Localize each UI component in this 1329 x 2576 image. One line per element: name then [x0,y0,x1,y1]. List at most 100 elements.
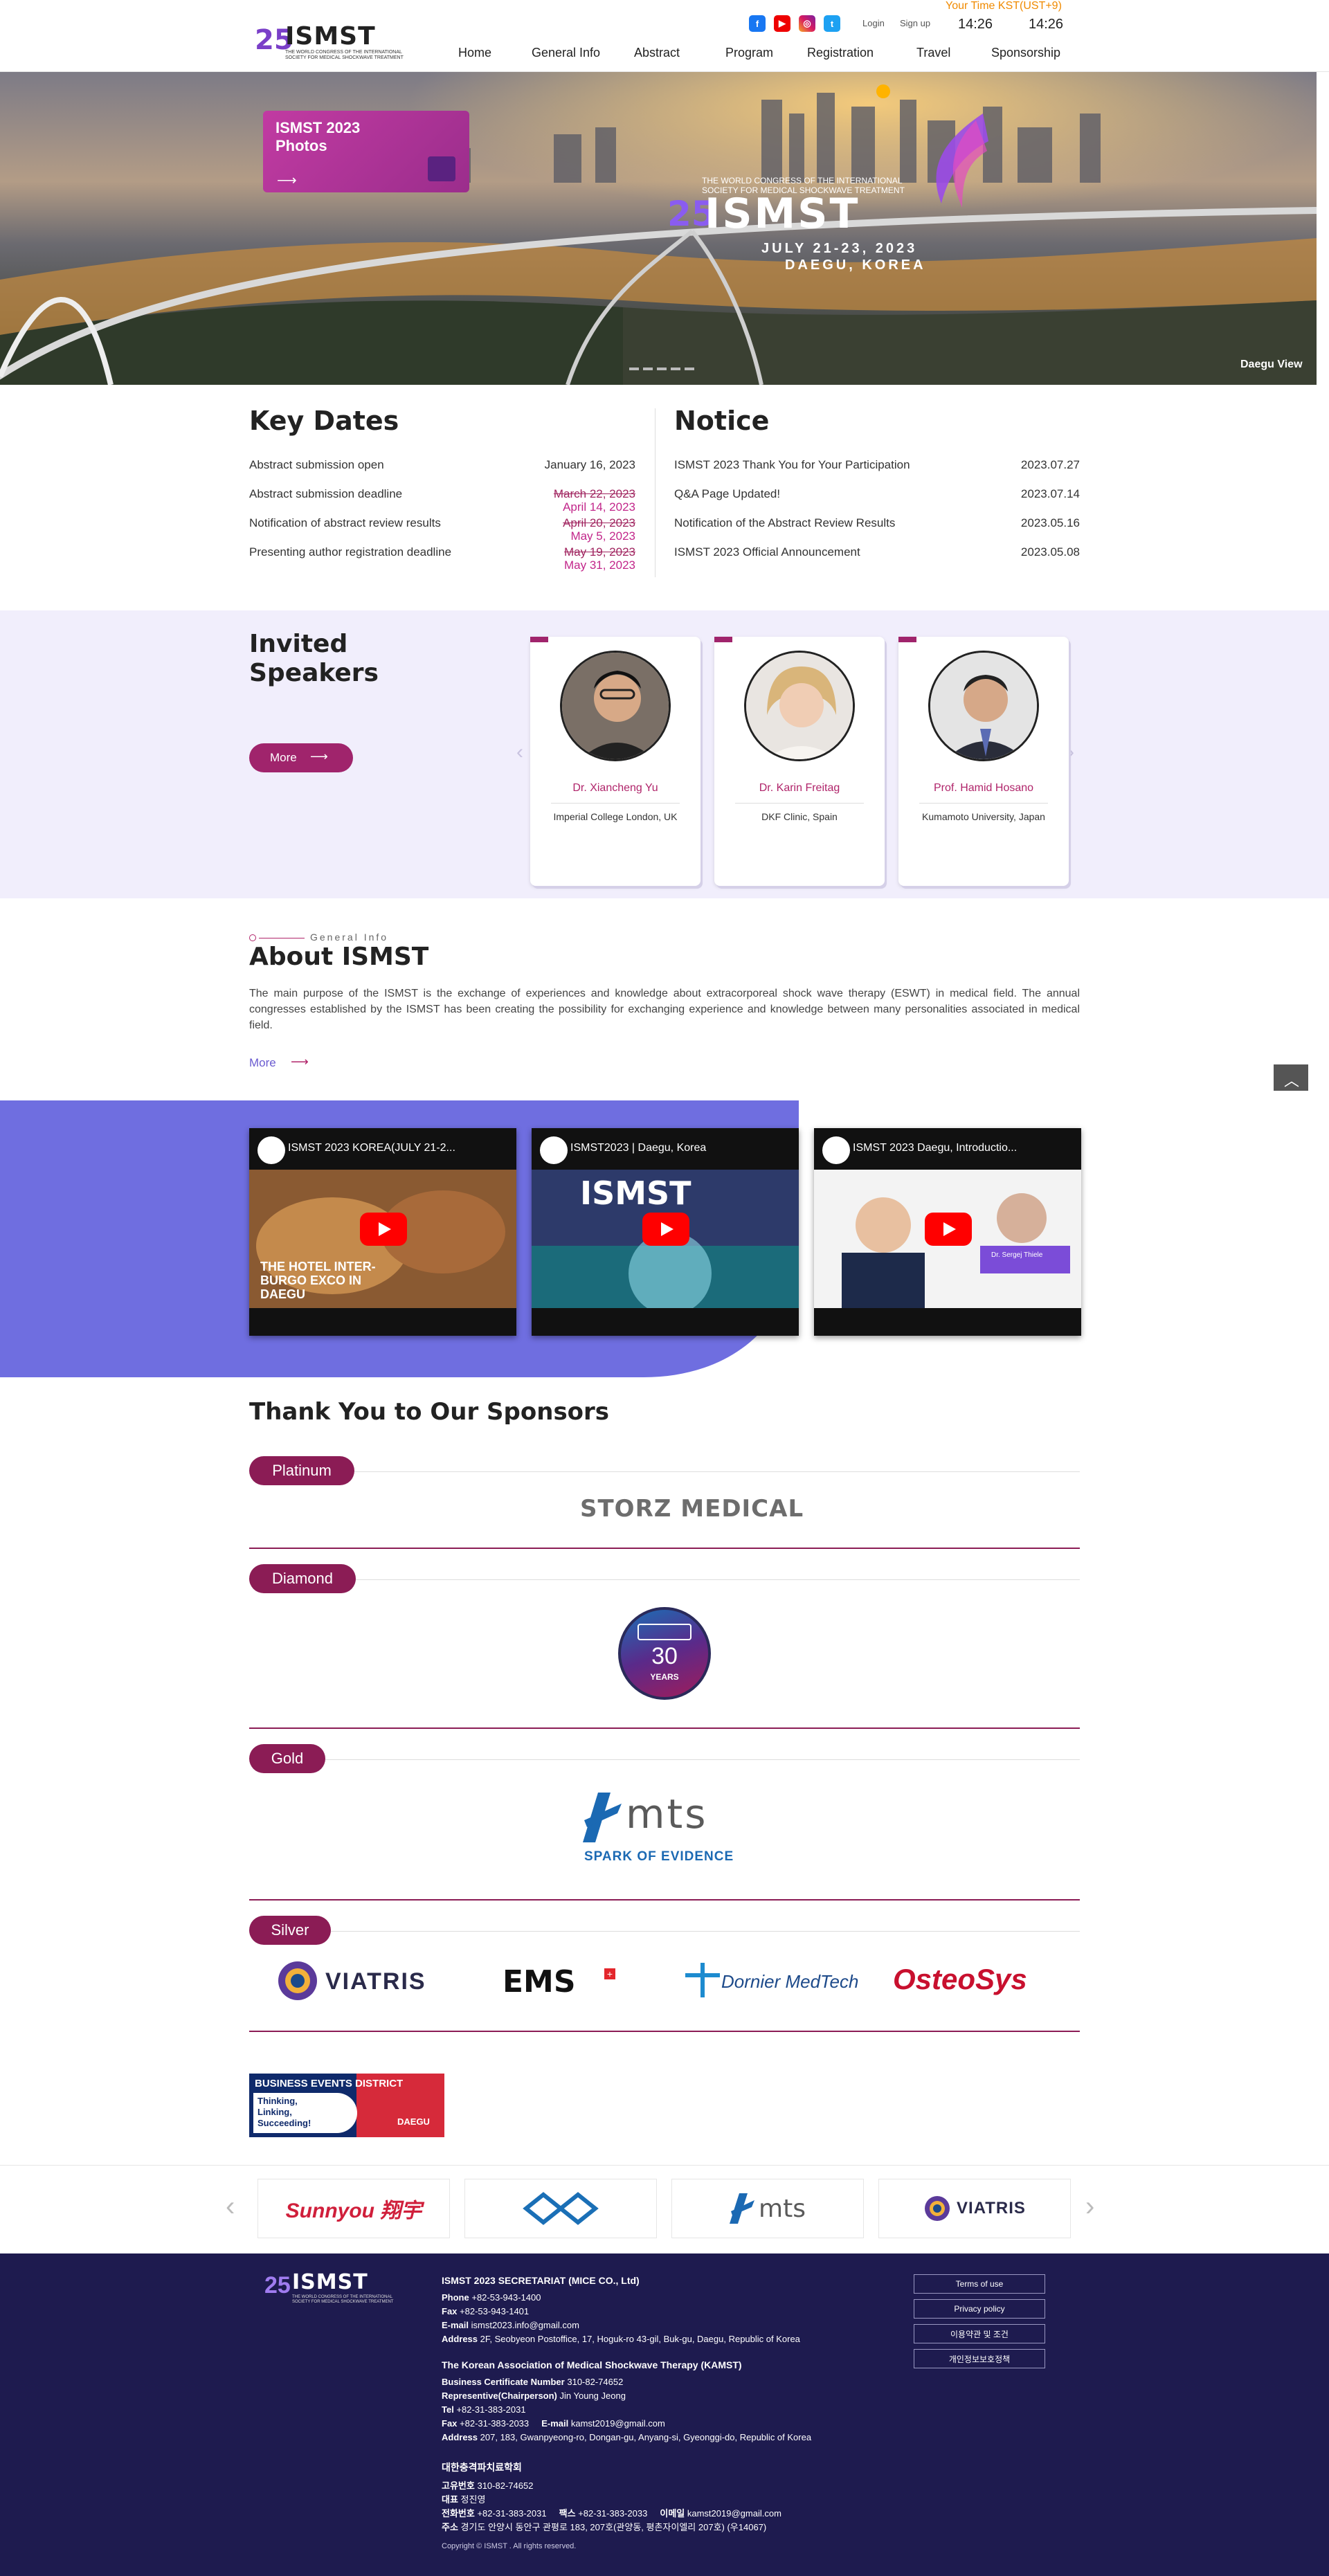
fax-value: +82-53-943-1401 [460,2306,530,2316]
key-date-old: May 19, 2023 [563,545,635,559]
email-value[interactable]: ismst2023.info@gmail.com [471,2320,579,2330]
terms-kr-button[interactable]: 이용약관 및 조건 [914,2324,1045,2343]
chevron-right-icon[interactable]: › [1085,2191,1094,2222]
nav-home[interactable]: Home [458,46,491,60]
nav-registration[interactable]: Registration [807,46,874,60]
ems-logo[interactable]: EMS [503,1964,576,1999]
nav-sponsorship[interactable]: Sponsorship [991,46,1060,60]
notice-item[interactable]: Q&A Page Updated! [674,487,780,501]
card-tag [898,637,916,642]
dornier-logo[interactable]: Dornier MedTech [685,1963,865,1997]
nav-travel[interactable]: Travel [916,46,950,60]
key-date-value: January 16, 2023 [544,458,635,471]
nav-abstract[interactable]: Abstract [634,46,680,60]
about-eyebrow: General Info [310,932,389,943]
slider-logo[interactable] [464,2179,657,2238]
slider-logo[interactable]: VIATRIS [878,2179,1071,2238]
play-icon[interactable] [642,1213,689,1246]
speaker-name: Dr. Xiancheng Yu [572,782,658,794]
daegu-business-events-banner[interactable]: BUSINESS EVENTS DISTRICT Thinking, Linki… [249,2074,444,2137]
divider [655,408,656,577]
notice-item[interactable]: Notification of the Abstract Review Resu… [674,516,895,530]
key-date-label: Abstract submission open [249,458,384,471]
video-embed[interactable]: ISMST 2023 KOREA(JULY 21-2... THE HOTEL … [249,1128,516,1336]
logo-line1: THE WORLD CONGRESS OF THE INTERNATIONAL [285,50,402,55]
instagram-icon[interactable]: ◎ [799,15,815,32]
terms-of-use-button[interactable]: Terms of use [914,2274,1045,2294]
gallery-icon [428,156,455,181]
privacy-kr-button[interactable]: 개인정보보호정책 [914,2349,1045,2368]
play-icon[interactable] [360,1213,407,1246]
footer-logo-number: 25 [264,2272,291,2298]
kr-fax-label: 팩스 [559,2508,576,2519]
chevron-left-icon[interactable]: ‹ [516,741,523,764]
kr-id-label: 고유번호 [442,2480,475,2491]
phone-value: +82-53-943-1400 [471,2292,541,2303]
mts-logo[interactable]: mts SPARK OF EVIDENCE [583,1793,749,1869]
kr-email-value[interactable]: kamst2019@gmail.com [687,2508,781,2519]
nav-general-info[interactable]: General Info [532,46,600,60]
rep-label: Representive(Chairperson) [442,2391,557,2401]
nav-program[interactable]: Program [725,46,773,60]
kamst-email-value[interactable]: kamst2019@gmail.com [571,2418,665,2429]
kr-tel-label: 전화번호 [442,2508,475,2519]
arrow-right-icon: ⟶ [277,173,297,188]
logo-line2: SOCIETY FOR MEDICAL SHOCKWAVE TREATMENT [285,55,404,60]
site-footer: 25 ISMST THE WORLD CONGRESS OF THE INTER… [0,2253,1329,2576]
play-icon[interactable] [925,1213,972,1246]
rep-value: Jin Young Jeong [559,2391,626,2401]
chevron-left-icon[interactable]: ‹ [226,2191,235,2222]
card-tag [530,637,548,642]
chevron-up-icon: ︿ [1284,1072,1300,1089]
divider [551,803,680,804]
photos-card[interactable]: ISMST 2023 Photos ⟶ [263,111,469,192]
footer-logo[interactable]: 25 ISMST THE WORLD CONGRESS OF THE INTER… [264,2271,403,2306]
diamond-wave-logo-icon [523,2192,599,2225]
scroll-top-button[interactable]: ︿ [1274,1064,1308,1091]
arrow-right-icon: ⟶ [310,750,328,763]
viatris-word: VIATRIS [957,2199,1026,2217]
card-tag [714,637,732,642]
twitter-icon[interactable]: t [824,15,840,32]
ismst-logo[interactable]: 25 ISMST THE WORLD CONGRESS OF THE INTER… [253,24,419,62]
speaker-card[interactable]: Dr. Xiancheng Yu Imperial College London… [530,637,700,886]
channel-avatar [257,1136,285,1164]
signup-link[interactable]: Sign up [900,18,930,28]
kr-rep-label: 대표 [442,2494,458,2505]
hero-city: DAEGU, KOREA [785,257,926,273]
bed-daegu: DAEGU [397,2116,430,2127]
notice-item[interactable]: ISMST 2023 Official Announcement [674,545,860,559]
key-date-old: March 22, 2023 [553,487,635,500]
diamond-sponsor-logo[interactable]: 30 YEARS [618,1607,711,1700]
slider-logo[interactable]: Sunnyou 翔宇 [257,2179,450,2238]
facebook-icon[interactable]: f [749,15,766,32]
speaker-card[interactable]: Prof. Hamid Hosano Kumamoto University, … [898,637,1069,886]
hero-caption: Daegu View [1240,359,1303,370]
youtube-icon[interactable]: ▶ [774,15,790,32]
slider-logo[interactable]: mts [671,2179,864,2238]
hero-pager[interactable] [627,361,696,374]
video-embed[interactable]: ISMST ISMST2023 | Daegu, Korea [532,1128,799,1336]
tier-diamond: Diamond [249,1564,356,1593]
viatris-logo[interactable]: VIATRIS [277,1960,464,2002]
login-link[interactable]: Login [862,18,885,28]
osteosys-logo[interactable]: OsteoSys [893,1963,1027,1996]
korean-title: 대한충격파치료학회 [442,2462,522,2473]
speakers-more-button[interactable]: More ⟶ [249,743,353,772]
svg-text:ISMST: ISMST [580,1174,691,1212]
kamst-address-label: Address [442,2432,478,2442]
hero-banner: ISMST 2023 Photos ⟶ THE WORLD CONGRESS O… [0,72,1317,385]
privacy-policy-button[interactable]: Privacy policy [914,2299,1045,2319]
speaker-photo [744,651,855,761]
kamst-address-value: 207, 183, Gwanpyeong-ro, Dongan-gu, Anya… [480,2432,812,2442]
speaker-card[interactable]: Dr. Karin Freitag DKF Clinic, Spain [714,637,885,886]
divider [325,1759,1080,1760]
wave-icon [638,1624,691,1640]
mts-word: mts [759,2194,806,2223]
video-embed[interactable]: ISMST 2023 Daegu, Introductio... Dr. Ser… [814,1128,1081,1336]
notice-item[interactable]: ISMST 2023 Thank You for Your Participat… [674,458,910,472]
mts-mark-icon [583,1793,622,1842]
speaker-photo [928,651,1039,761]
about-more-link[interactable]: More [249,1056,276,1070]
storz-medical-logo[interactable]: STORZ MEDICAL [580,1495,804,1523]
